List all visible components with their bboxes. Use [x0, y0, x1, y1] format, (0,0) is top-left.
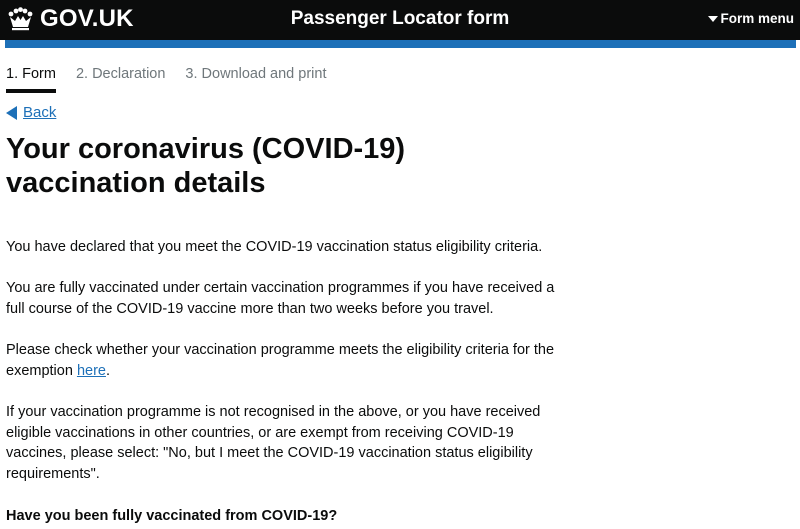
vaccination-question: Have you been fully vaccinated from COVI…	[6, 508, 338, 524]
caret-down-icon	[708, 16, 719, 22]
govuk-logo-link[interactable]: GOV.UK	[7, 6, 134, 32]
logo-text: GOV.UK	[40, 5, 134, 32]
main-content: 1. Form 2. Declaration 3. Download and p…	[0, 65, 800, 526]
page-title: Your coronavirus (COVID-19) vaccination …	[6, 132, 406, 199]
back-triangle-icon	[6, 105, 17, 120]
paragraph-declared: You have declared that you meet the COVI…	[6, 238, 543, 255]
paragraph-not-recognised: If your vaccination programme is not rec…	[6, 404, 541, 482]
paragraph-check-programme: Please check whether your vaccination pr…	[6, 340, 566, 381]
paragraph-check-programme-end: .	[105, 362, 110, 379]
step-download-print: 3. Download and print	[185, 66, 327, 82]
step-navigation: 1. Form 2. Declaration 3. Download and p…	[6, 65, 794, 97]
form-menu-button[interactable]: Form menu	[708, 11, 794, 26]
header-accent-bar	[5, 40, 796, 48]
back-link[interactable]: Back	[6, 104, 56, 121]
back-link-label: Back	[23, 104, 57, 121]
step-declaration: 2. Declaration	[75, 66, 166, 82]
step-form[interactable]: 1. Form	[6, 65, 56, 93]
form-menu-label: Form menu	[720, 11, 794, 26]
here-link[interactable]: here	[77, 363, 106, 379]
crown-icon	[8, 7, 33, 31]
paragraph-fully-vaccinated: You are fully vaccinated under certain v…	[6, 280, 555, 317]
site-header: GOV.UK Passenger Locator form Form menu	[0, 0, 800, 40]
